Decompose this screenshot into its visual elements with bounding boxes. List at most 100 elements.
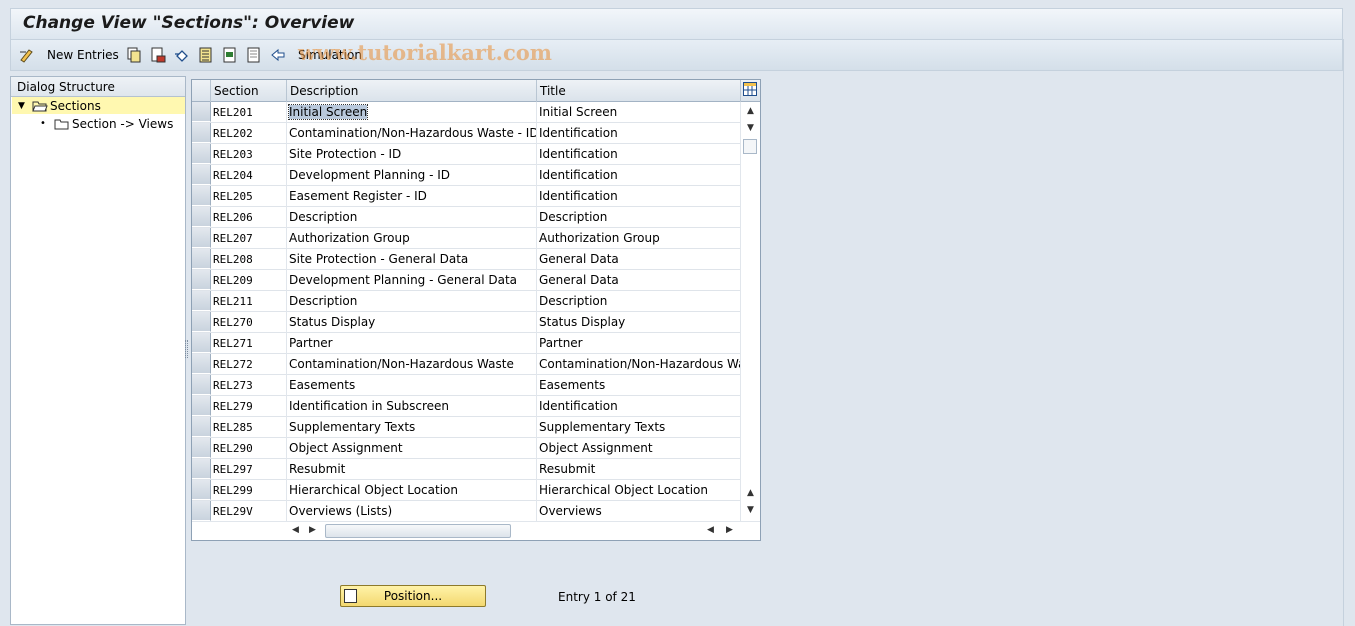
expand-triangle-icon[interactable]: ▼ — [18, 101, 28, 111]
title-cell[interactable]: Identification — [537, 123, 741, 144]
section-cell[interactable]: REL203 — [211, 144, 287, 165]
vertical-scroll-thumb[interactable] — [743, 139, 757, 154]
section-cell[interactable]: REL285 — [211, 417, 287, 438]
section-cell[interactable]: REL297 — [211, 459, 287, 480]
simulation-button[interactable]: Simulation — [270, 46, 362, 64]
description-cell[interactable]: Description — [287, 291, 537, 312]
scroll-left-arrow-icon[interactable]: ◀ — [292, 525, 299, 535]
scroll-page-up-arrow-icon[interactable]: ▲ — [745, 488, 756, 498]
deselect-all-button[interactable] — [246, 46, 262, 64]
scroll-page-down-arrow-icon[interactable]: ▼ — [745, 505, 756, 515]
table-row[interactable]: REL29V Overviews (Lists) Overviews — [192, 501, 741, 522]
title-cell[interactable]: Identification — [537, 165, 741, 186]
section-cell[interactable]: REL205 — [211, 186, 287, 207]
table-row[interactable]: REL203 Site Protection - ID Identification — [192, 144, 741, 165]
title-cell[interactable]: Status Display — [537, 312, 741, 333]
title-cell[interactable]: Description — [537, 291, 741, 312]
description-cell[interactable]: Contamination/Non-Hazardous Waste - ID — [287, 123, 537, 144]
table-row[interactable]: REL299 Hierarchical Object Location Hierar… — [192, 480, 741, 501]
table-row[interactable]: REL297 Resubmit Resubmit — [192, 459, 741, 480]
title-cell[interactable]: Partner — [537, 333, 741, 354]
section-cell[interactable]: REL207 — [211, 228, 287, 249]
description-cell[interactable]: Partner — [287, 333, 537, 354]
title-cell[interactable]: Object Assignment — [537, 438, 741, 459]
row-select-button[interactable] — [192, 312, 211, 332]
description-cell[interactable]: Supplementary Texts — [287, 417, 537, 438]
description-cell[interactable]: Identification in Subscreen — [287, 396, 537, 417]
description-cell[interactable]: Resubmit — [287, 459, 537, 480]
row-select-button[interactable] — [192, 333, 211, 353]
table-settings-button[interactable] — [741, 80, 760, 102]
scroll-right-arrow-icon[interactable]: ▶ — [309, 525, 316, 535]
description-cell[interactable]: Development Planning - ID — [287, 165, 537, 186]
tree-item-sections[interactable]: ▼ Sections — [12, 97, 185, 114]
description-cell[interactable]: Site Protection - ID — [287, 144, 537, 165]
horizontal-scrollbar[interactable]: ◀ ▶ ◀ ▶ — [192, 521, 760, 540]
row-select-button[interactable] — [192, 438, 211, 458]
row-select-button[interactable] — [192, 354, 211, 374]
row-select-button[interactable] — [192, 207, 211, 227]
column-header-description[interactable]: Description — [287, 80, 537, 102]
select-block-button[interactable] — [222, 46, 238, 64]
display-change-button[interactable] — [19, 46, 35, 64]
new-entries-button[interactable]: New Entries — [47, 46, 119, 64]
table-row[interactable]: REL285 Supplementary Texts Supplementary T… — [192, 417, 741, 438]
row-select-button[interactable] — [192, 396, 211, 416]
copy-as-button[interactable] — [126, 46, 142, 64]
select-all-rows-cell[interactable] — [192, 80, 211, 102]
section-cell[interactable]: REL211 — [211, 291, 287, 312]
section-cell[interactable]: REL272 — [211, 354, 287, 375]
table-row[interactable]: REL204 Development Planning - ID Identific… — [192, 165, 741, 186]
description-cell[interactable]: Authorization Group — [287, 228, 537, 249]
undo-change-button[interactable] — [174, 46, 190, 64]
description-cell[interactable]: Contamination/Non-Hazardous Waste — [287, 354, 537, 375]
table-row[interactable]: REL205 Easement Register - ID Identificati… — [192, 186, 741, 207]
scroll-down-arrow-icon[interactable]: ▼ — [745, 123, 756, 133]
section-cell[interactable]: REL271 — [211, 333, 287, 354]
section-cell[interactable]: REL204 — [211, 165, 287, 186]
position-button[interactable]: Position... — [340, 585, 486, 607]
title-cell[interactable]: Contamination/Non-Hazardous Waste — [537, 354, 741, 375]
table-row[interactable]: REL208 Site Protection - General Data Gene… — [192, 249, 741, 270]
section-cell[interactable]: REL279 — [211, 396, 287, 417]
section-cell[interactable]: REL29V — [211, 501, 287, 522]
title-cell[interactable]: General Data — [537, 270, 741, 291]
row-select-button[interactable] — [192, 123, 211, 143]
row-select-button[interactable] — [192, 501, 211, 521]
table-row[interactable]: REL279 Identification in Subscreen Identif… — [192, 396, 741, 417]
pane-splitter[interactable] — [185, 340, 188, 358]
row-select-button[interactable] — [192, 459, 211, 479]
row-select-button[interactable] — [192, 228, 211, 248]
table-row[interactable]: REL206 Description Description — [192, 207, 741, 228]
section-cell[interactable]: REL299 — [211, 480, 287, 501]
column-header-title[interactable]: Title — [537, 80, 741, 102]
table-row[interactable]: REL207 Authorization Group Authorization G… — [192, 228, 741, 249]
row-select-button[interactable] — [192, 291, 211, 311]
table-row[interactable]: REL201 Initial Screen Initial Screen — [192, 102, 741, 123]
description-cell[interactable]: Hierarchical Object Location — [287, 480, 537, 501]
description-cell[interactable]: Overviews (Lists) — [287, 501, 537, 522]
row-select-button[interactable] — [192, 186, 211, 206]
title-cell[interactable]: Supplementary Texts — [537, 417, 741, 438]
row-select-button[interactable] — [192, 480, 211, 500]
horizontal-scroll-thumb[interactable] — [325, 524, 511, 538]
section-cell[interactable]: REL206 — [211, 207, 287, 228]
title-cell[interactable]: General Data — [537, 249, 741, 270]
section-cell[interactable]: REL290 — [211, 438, 287, 459]
table-row[interactable]: REL211 Description Description — [192, 291, 741, 312]
row-select-button[interactable] — [192, 102, 211, 122]
select-all-button[interactable] — [198, 46, 214, 64]
section-cell[interactable]: REL270 — [211, 312, 287, 333]
title-cell[interactable]: Resubmit — [537, 459, 741, 480]
title-cell[interactable]: Description — [537, 207, 741, 228]
section-cell[interactable]: REL209 — [211, 270, 287, 291]
description-cell[interactable]: Status Display — [287, 312, 537, 333]
description-cell[interactable]: Initial Screen — [287, 102, 537, 123]
table-row[interactable]: REL270 Status Display Status Display — [192, 312, 741, 333]
title-cell[interactable]: Initial Screen — [537, 102, 741, 123]
table-row[interactable]: REL290 Object Assignment Object Assignment — [192, 438, 741, 459]
row-select-button[interactable] — [192, 375, 211, 395]
row-select-button[interactable] — [192, 165, 211, 185]
row-select-button[interactable] — [192, 417, 211, 437]
table-row[interactable]: REL209 Development Planning - General Dat… — [192, 270, 741, 291]
